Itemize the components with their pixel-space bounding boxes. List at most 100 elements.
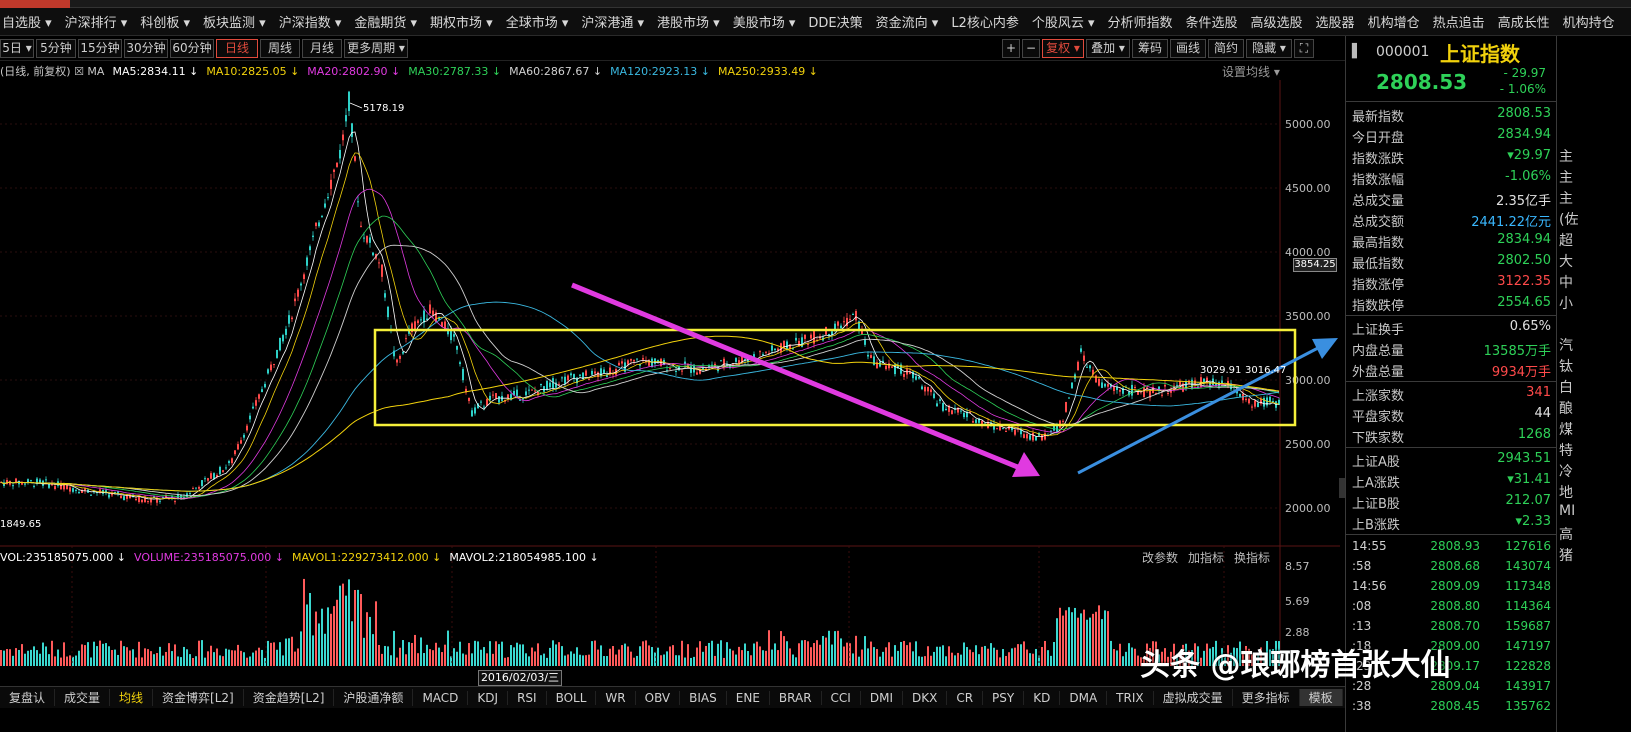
indicator-tab[interactable]: WR — [596, 690, 636, 705]
candle-body — [324, 203, 326, 208]
indicator-tab[interactable]: TRIX — [1107, 690, 1154, 705]
volume-bar — [612, 646, 614, 666]
menu-item[interactable]: L2核心内参 — [949, 12, 1030, 31]
volume-bar — [132, 649, 134, 666]
set-ma-button[interactable]: 设置均线 ▾ — [1222, 63, 1280, 80]
period-button[interactable]: 周线 — [260, 39, 300, 58]
volume-bar — [138, 641, 140, 666]
volume-tool-button[interactable]: 换指标 — [1234, 551, 1270, 565]
volume-bar — [636, 655, 638, 666]
menu-item[interactable]: 选股器 — [1314, 12, 1366, 31]
menu-item[interactable]: 个股风云 ▾ — [1030, 12, 1106, 31]
chart-tool-button[interactable]: 筹码 — [1132, 39, 1168, 58]
indicator-tab[interactable]: PSY — [983, 690, 1025, 705]
menu-item[interactable]: DDE决策 — [806, 12, 873, 31]
volume-bar — [51, 640, 53, 666]
resist-label-2: 3016.47 — [1245, 365, 1286, 376]
indicator-tab[interactable]: OBV — [636, 690, 681, 705]
candle-body — [696, 372, 698, 375]
candle-body — [270, 364, 272, 371]
indicator-tab[interactable]: BIAS — [680, 690, 727, 705]
menu-item[interactable]: 高级选股 — [1249, 12, 1314, 31]
chart-tool-button[interactable]: 隐藏 ▾ — [1246, 39, 1292, 58]
volume-tool-button[interactable]: 改参数 — [1142, 551, 1178, 565]
indicator-tab[interactable]: 更多指标 — [1233, 689, 1300, 706]
menu-item[interactable]: 全球市场 ▾ — [504, 12, 580, 31]
stat-value: 9934万手 — [1491, 365, 1551, 380]
indicator-tab[interactable]: CR — [947, 690, 984, 705]
volume-bar — [1029, 653, 1031, 666]
menu-item[interactable]: 港股市场 ▾ — [655, 12, 731, 31]
menu-item[interactable]: 金融期货 ▾ — [352, 12, 428, 31]
period-button[interactable]: 月线 — [302, 39, 342, 58]
menu-item[interactable]: 条件选股 — [1184, 12, 1249, 31]
volume-bar — [930, 655, 932, 666]
menu-item[interactable]: 资金流向 ▾ — [874, 12, 950, 31]
indicator-tab[interactable]: 均线 — [110, 689, 154, 706]
indicator-tab[interactable]: 沪股通净额 — [334, 689, 414, 706]
menu-item[interactable]: 沪深排行 ▾ — [63, 12, 139, 31]
period-button[interactable]: 15分钟 — [78, 39, 122, 58]
chart-tool-button[interactable]: − — [1022, 39, 1040, 58]
menu-item[interactable]: 期权市场 ▾ — [428, 12, 504, 31]
indicator-tab[interactable]: CCI — [822, 690, 861, 705]
kline-chart[interactable]: 5000.004500.004000.003500.003000.002500.… — [0, 80, 1340, 670]
volume-bar — [495, 641, 497, 666]
volume-bar — [366, 612, 368, 666]
period-button[interactable]: 5日 ▾ — [0, 39, 34, 58]
period-button[interactable]: 更多周期 ▾ — [344, 39, 408, 58]
menu-item[interactable]: 板块监测 ▾ — [201, 12, 277, 31]
menu-item[interactable]: 沪深指数 ▾ — [277, 12, 353, 31]
menu-item[interactable]: 分析师指数 — [1106, 12, 1184, 31]
menu-icon[interactable]: ▌ — [1352, 44, 1362, 59]
indicator-tab[interactable]: DKX — [903, 690, 948, 705]
indicator-tab[interactable]: BRAR — [770, 690, 822, 705]
volume-label: VOLUME:235185075.000 ↓ — [134, 550, 284, 564]
candle-body — [264, 383, 266, 388]
indicator-tab[interactable]: 资金博弈[L2] — [153, 689, 244, 706]
volume-bar — [252, 652, 254, 666]
indicator-tab[interactable]: KD — [1024, 690, 1061, 705]
chart-tool-button[interactable]: 画线 — [1170, 39, 1206, 58]
chart-tool-button[interactable]: 叠加 ▾ — [1086, 39, 1130, 58]
volume-bar — [810, 647, 812, 666]
volume-bar — [456, 651, 458, 666]
indicator-tab[interactable]: 复盘认 — [0, 689, 56, 706]
volume-bar — [1095, 611, 1097, 666]
indicator-tab[interactable]: 资金趋势[L2] — [244, 689, 335, 706]
chart-tool-button[interactable]: + — [1002, 39, 1020, 58]
menu-item[interactable]: 机构持仓 — [1561, 12, 1626, 31]
menu-item[interactable]: 沪深港通 ▾ — [579, 12, 655, 31]
candle-body — [525, 391, 527, 396]
indicator-tab[interactable]: KDJ — [468, 690, 509, 705]
chart-tool-button[interactable]: 复权 ▾ — [1042, 39, 1084, 58]
chart-tool-button[interactable]: ⛶ — [1294, 39, 1314, 58]
indicator-tab[interactable]: 模板 — [1299, 689, 1343, 706]
volume-bar — [390, 655, 392, 666]
tick-volume: 114364 — [1505, 599, 1551, 613]
indicator-tab[interactable]: MACD — [413, 690, 469, 705]
indicator-tab[interactable]: DMA — [1060, 690, 1108, 705]
indicator-tab[interactable]: 成交量 — [55, 689, 111, 706]
menu-item[interactable]: 美股市场 ▾ — [731, 12, 807, 31]
indicator-tab[interactable]: BOLL — [547, 690, 597, 705]
period-button[interactable]: 日线 — [216, 39, 258, 58]
menu-item[interactable]: 自选股 ▾ — [0, 12, 63, 31]
volume-bar — [939, 646, 941, 666]
quote-header: ▌ 000001 上证指数 2808.53 - 29.97 - 1.06% — [1346, 36, 1557, 102]
period-button[interactable]: 30分钟 — [124, 39, 168, 58]
menu-item[interactable]: 机构增仓 — [1366, 12, 1431, 31]
period-button[interactable]: 5分钟 — [36, 39, 76, 58]
volume-tool-button[interactable]: 加指标 — [1188, 551, 1224, 565]
indicator-tab[interactable]: DMI — [861, 690, 903, 705]
candle-body — [795, 337, 797, 341]
indicator-tab[interactable]: ENE — [727, 690, 770, 705]
menu-item[interactable]: 科创板 ▾ — [138, 12, 201, 31]
menu-item[interactable]: 高成长性 — [1496, 12, 1561, 31]
period-button[interactable]: 60分钟 — [170, 39, 214, 58]
menu-item[interactable]: 热点追击 — [1431, 12, 1496, 31]
indicator-tab[interactable]: RSI — [508, 690, 547, 705]
volume-bar — [1020, 644, 1022, 666]
chart-tool-button[interactable]: 简约 — [1208, 39, 1244, 58]
indicator-tab[interactable]: 虚拟成交量 — [1154, 689, 1233, 706]
